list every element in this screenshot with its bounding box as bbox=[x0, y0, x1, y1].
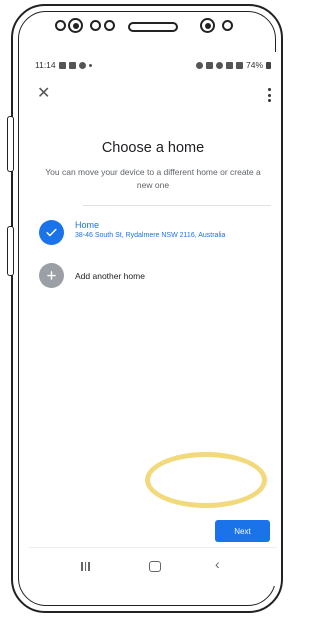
iris-sensor-left bbox=[90, 20, 101, 31]
more-notifications-icon bbox=[88, 63, 92, 67]
status-bar: 11:14 74% bbox=[35, 58, 271, 72]
battery-percent: 74% bbox=[245, 60, 263, 70]
check-icon bbox=[39, 220, 64, 245]
photos-notification-icon bbox=[68, 61, 76, 69]
app-screen: 11:14 74% ✕ Choose a home You can move y… bbox=[29, 52, 277, 586]
add-home-item[interactable]: Add another home bbox=[39, 263, 271, 291]
data-icon bbox=[225, 61, 233, 69]
nav-bar: ‹ bbox=[29, 547, 277, 586]
plus-icon bbox=[39, 263, 64, 288]
light-sensor bbox=[222, 20, 233, 31]
gallery-notification-icon bbox=[58, 61, 66, 69]
bixby-button bbox=[7, 226, 14, 276]
status-time: 11:14 bbox=[35, 60, 56, 70]
app-bar: ✕ bbox=[29, 82, 277, 112]
home-list-item[interactable]: Home 38-46 South St, Rydalmere NSW 2116,… bbox=[39, 218, 271, 248]
home-address: 38-46 South St, Rydalmere NSW 2116, Aust… bbox=[75, 232, 226, 239]
earpiece-speaker bbox=[128, 22, 178, 32]
recents-icon[interactable] bbox=[81, 562, 90, 571]
proximity-sensor bbox=[55, 20, 66, 31]
home-nav-icon[interactable] bbox=[149, 561, 161, 572]
iris-camera-icon bbox=[200, 18, 215, 33]
home-name: Home bbox=[75, 220, 100, 230]
back-icon[interactable]: ‹ bbox=[215, 557, 220, 571]
shield-notification-icon bbox=[78, 61, 86, 69]
close-icon[interactable]: ✕ bbox=[37, 86, 50, 102]
divider bbox=[83, 205, 271, 206]
page-subtitle: You can move your device to a different … bbox=[45, 167, 261, 190]
volume-button bbox=[7, 116, 14, 172]
signal-icon bbox=[235, 61, 243, 69]
wifi-icon bbox=[215, 61, 223, 69]
page-title: Choose a home bbox=[101, 140, 205, 156]
add-home-label: Add another home bbox=[75, 271, 145, 281]
front-camera-icon bbox=[68, 18, 83, 33]
next-button[interactable]: Next bbox=[215, 520, 270, 542]
iris-sensor-right bbox=[104, 20, 115, 31]
mute-icon bbox=[205, 61, 213, 69]
battery-icon bbox=[266, 61, 271, 69]
bluetooth-icon bbox=[195, 61, 203, 69]
home-text: Home 38-46 South St, Rydalmere NSW 2116,… bbox=[75, 220, 225, 239]
more-vert-icon[interactable] bbox=[267, 88, 271, 102]
